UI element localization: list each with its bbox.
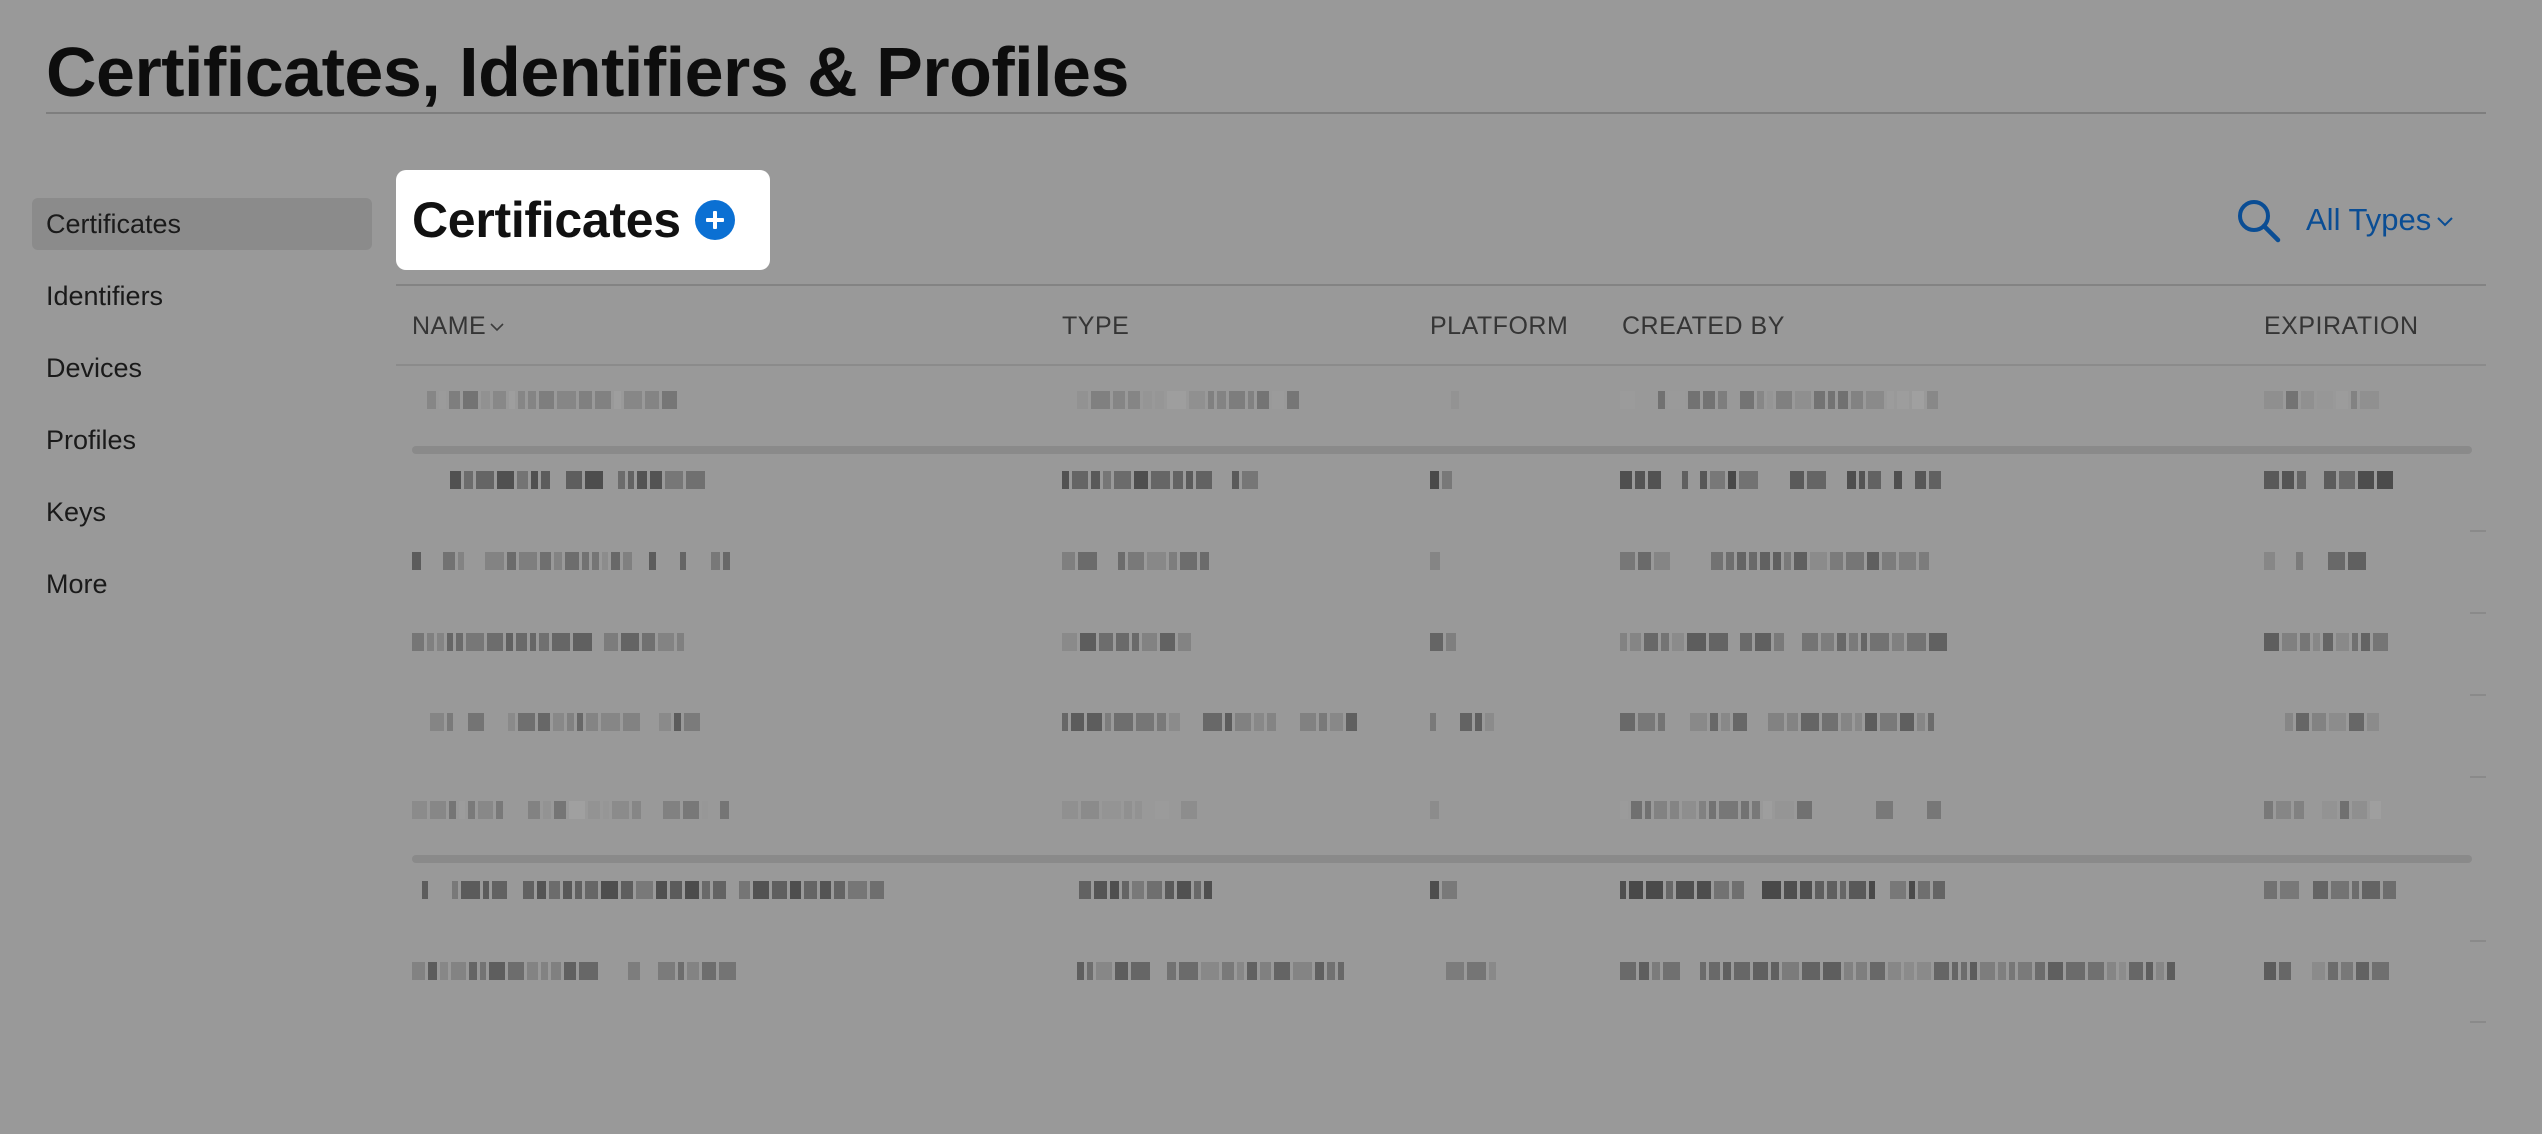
search-icon bbox=[2238, 200, 2281, 243]
redacted-cell-name bbox=[412, 710, 712, 734]
redacted-cell-type bbox=[1062, 878, 1222, 902]
redacted-cell-created-by bbox=[1620, 798, 1950, 822]
title-divider bbox=[46, 112, 2486, 114]
row-divider bbox=[412, 446, 2472, 454]
plus-circle-icon bbox=[705, 211, 724, 229]
redacted-cell-platform bbox=[1430, 798, 1460, 822]
column-header-name[interactable]: NAME bbox=[412, 312, 504, 341]
row-divider bbox=[2470, 776, 2486, 778]
redacted-cell-platform bbox=[1430, 630, 1460, 654]
sidebar-item-devices[interactable]: Devices bbox=[32, 342, 372, 394]
redacted-cell-created-by bbox=[1620, 468, 1950, 492]
redacted-cell-platform bbox=[1430, 959, 1500, 983]
redacted-cell-platform bbox=[1430, 710, 1510, 734]
column-header-expiration[interactable]: EXPIRATION bbox=[2264, 312, 2419, 341]
column-header-created-by[interactable]: CREATED BY bbox=[1622, 312, 1785, 341]
redacted-cell-name bbox=[412, 388, 682, 412]
search-button[interactable] bbox=[2234, 196, 2284, 246]
add-certificate-button[interactable] bbox=[694, 200, 735, 240]
redacted-cell-expiration bbox=[2264, 878, 2399, 902]
redacted-cell-created-by bbox=[1620, 959, 2180, 983]
sidebar-item-profiles[interactable]: Profiles bbox=[32, 414, 372, 466]
row-divider bbox=[2470, 1021, 2486, 1023]
redacted-cell-type bbox=[1062, 630, 1202, 654]
chevron-down-icon bbox=[2437, 217, 2453, 227]
row-divider bbox=[2470, 530, 2486, 532]
redacted-cell-created-by bbox=[1620, 878, 1950, 902]
redacted-cell-expiration bbox=[2264, 710, 2389, 734]
sidebar-item-identifiers[interactable]: Identifiers bbox=[32, 270, 372, 322]
redacted-cell-type bbox=[1062, 468, 1302, 492]
sort-chevron-icon bbox=[490, 323, 504, 332]
redacted-cell-type bbox=[1062, 388, 1302, 412]
redacted-cell-name bbox=[412, 959, 742, 983]
row-divider bbox=[2470, 694, 2486, 696]
redacted-cell-expiration bbox=[2264, 388, 2399, 412]
column-header-type[interactable]: TYPE bbox=[1062, 312, 1129, 341]
column-header-name-label: NAME bbox=[412, 312, 487, 340]
redacted-cell-platform bbox=[1430, 388, 1470, 412]
row-divider bbox=[2470, 612, 2486, 614]
redacted-cell-type bbox=[1062, 710, 1362, 734]
redacted-cell-type bbox=[1062, 549, 1222, 573]
row-divider bbox=[412, 855, 2472, 863]
page-title: Certificates, Identifiers & Profiles bbox=[46, 33, 1129, 111]
redacted-cell-name bbox=[412, 798, 742, 822]
section-title: Certificates bbox=[412, 192, 681, 248]
redacted-cell-created-by bbox=[1620, 388, 1950, 412]
sidebar-item-keys[interactable]: Keys bbox=[32, 486, 372, 538]
redacted-cell-created-by bbox=[1620, 710, 1950, 734]
sidebar: Certificates Identifiers Devices Profile… bbox=[32, 198, 372, 630]
sidebar-item-certificates[interactable]: Certificates bbox=[32, 198, 372, 250]
sidebar-item-more[interactable]: More bbox=[32, 558, 372, 610]
redacted-cell-expiration bbox=[2264, 959, 2404, 983]
redacted-cell-name bbox=[412, 468, 712, 492]
redacted-cell-name bbox=[412, 549, 742, 573]
row-divider bbox=[2470, 940, 2486, 942]
table-top-divider bbox=[396, 284, 2486, 286]
type-filter-label: All Types bbox=[2306, 202, 2432, 237]
redacted-cell-expiration bbox=[2264, 630, 2394, 654]
redacted-cell-created-by bbox=[1620, 630, 1950, 654]
redacted-cell-platform bbox=[1430, 549, 1460, 573]
redacted-cell-expiration bbox=[2264, 798, 2399, 822]
redacted-cell-type bbox=[1062, 959, 1362, 983]
redacted-cell-expiration bbox=[2264, 468, 2399, 492]
type-filter-dropdown[interactable]: All Types bbox=[2306, 196, 2453, 246]
column-header-platform[interactable]: PLATFORM bbox=[1430, 312, 1568, 341]
redacted-cell-created-by bbox=[1620, 549, 1950, 573]
redacted-cell-name bbox=[412, 630, 702, 654]
redacted-cell-type bbox=[1062, 798, 1202, 822]
redacted-cell-platform bbox=[1430, 468, 1470, 492]
section-header: Certificates bbox=[396, 170, 770, 270]
redacted-cell-name bbox=[412, 878, 892, 902]
table-header-divider bbox=[396, 364, 2486, 366]
redacted-cell-platform bbox=[1430, 878, 1460, 902]
redacted-cell-expiration bbox=[2264, 549, 2399, 573]
